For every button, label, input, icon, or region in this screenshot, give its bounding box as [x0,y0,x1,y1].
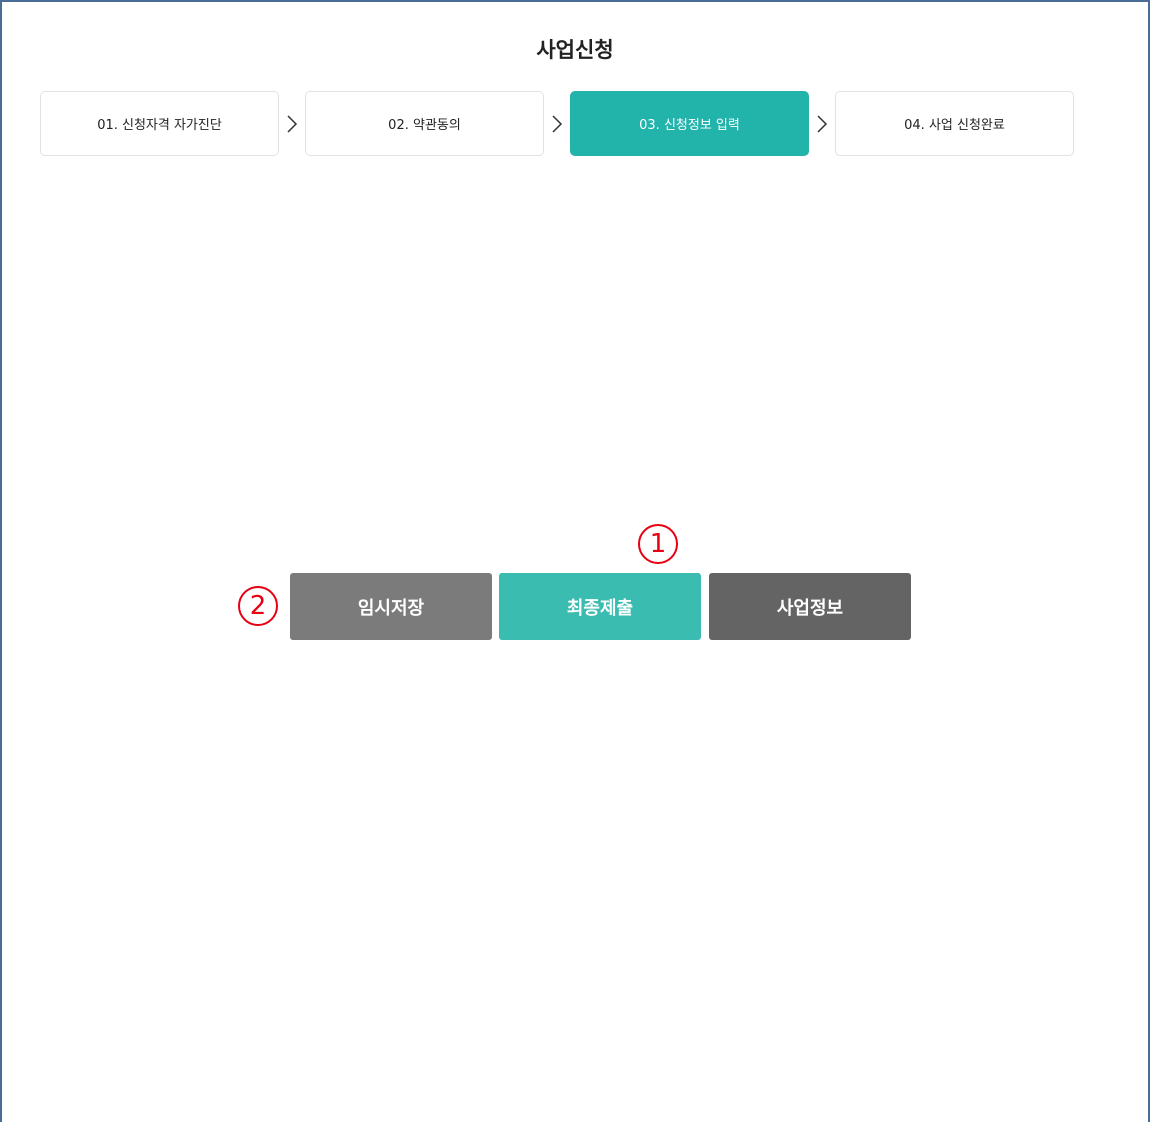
step-2-terms-agreement[interactable]: 02. 약관동의 [305,91,544,156]
chevron-right-icon [279,91,305,156]
chevron-right-icon [809,91,835,156]
annotation-marker-1-label: 1 [649,529,667,559]
annotation-marker-2: 2 [236,584,280,628]
step-3-application-info[interactable]: 03. 신청정보 입력 [570,91,809,156]
step-progress: 01. 신청자격 자가진단 02. 약관동의 03. 신청정보 입력 04. 사… [40,91,1074,156]
annotation-marker-1: 1 [636,522,680,566]
step-4-application-complete[interactable]: 04. 사업 신청완료 [835,91,1074,156]
final-submit-button[interactable]: 최종제출 [499,573,701,640]
page-title: 사업신청 [536,38,614,62]
chevron-right-icon [544,91,570,156]
business-info-button[interactable]: 사업정보 [709,573,911,640]
annotation-marker-2-label: 2 [249,591,267,621]
temp-save-button[interactable]: 임시저장 [290,573,492,640]
window-frame [0,0,1150,1122]
step-1-self-diagnosis[interactable]: 01. 신청자격 자가진단 [40,91,279,156]
